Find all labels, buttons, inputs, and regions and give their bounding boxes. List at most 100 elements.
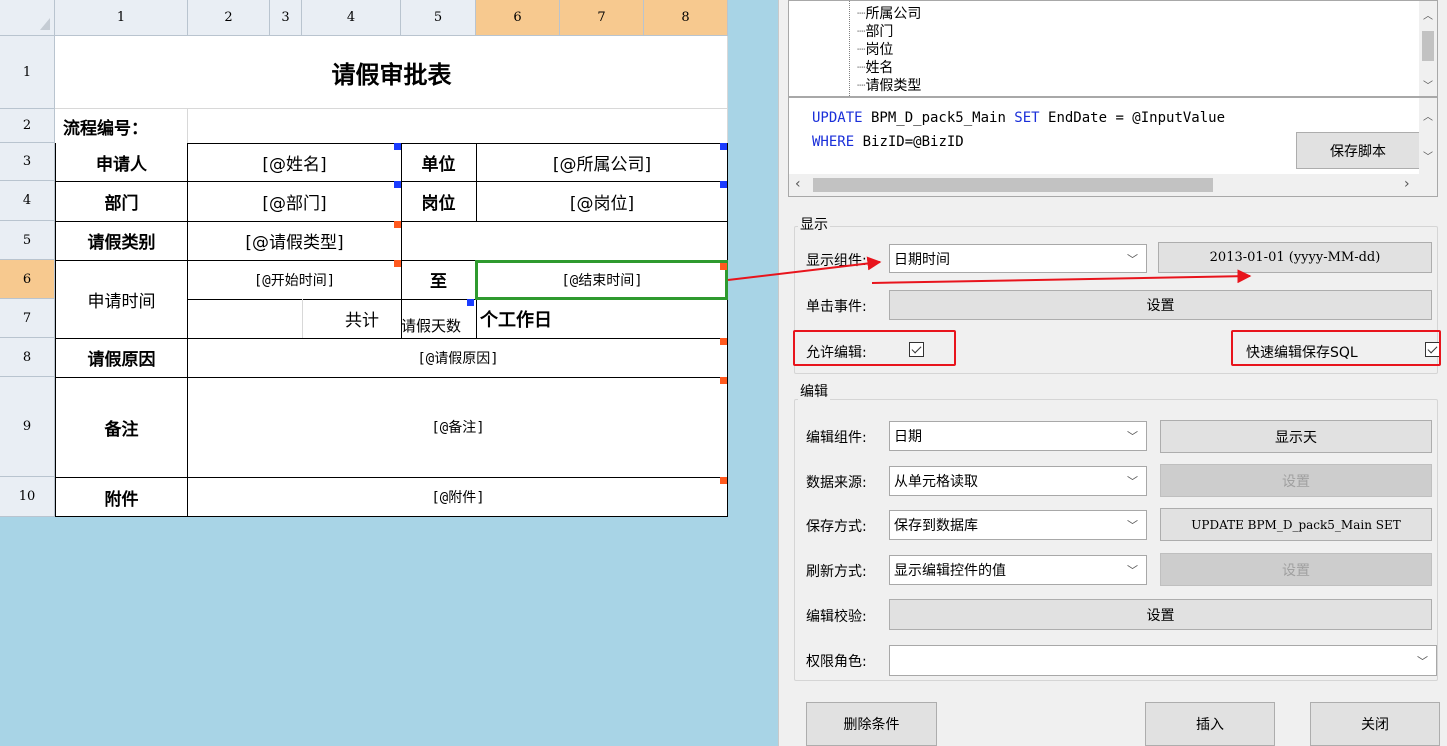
reason-field[interactable]: [@请假原因] [188, 338, 728, 377]
row-header-5[interactable]: 5 [0, 221, 55, 260]
data-source-select[interactable]: 从单元格读取 ﹀ [889, 466, 1147, 496]
column-header-3[interactable]: 3 [270, 0, 302, 36]
sql-vertical-scrollbar[interactable]: ︿ ﹀ [1419, 98, 1437, 174]
post-field[interactable]: [@岗位] [476, 181, 728, 221]
refresh-mode-value: 显示编辑控件的值 [894, 563, 1006, 579]
sql-keyword: SET [1014, 110, 1040, 126]
row-header-3[interactable]: 3 [0, 143, 55, 181]
date-format-button[interactable]: 2013-01-01 (yyyy-MM-dd) [1158, 242, 1432, 273]
refresh-settings-button[interactable]: 设置 [1160, 553, 1432, 586]
sql-line-2[interactable]: WHERE BizID=@BizID [812, 134, 964, 150]
save-sql-button[interactable]: UPDATE BPM_D_pack5_Main SET [1160, 508, 1432, 541]
tree-item[interactable]: ┈姓名 [857, 61, 893, 76]
to-label[interactable]: 至 [401, 260, 476, 299]
refresh-mode-select[interactable]: 显示编辑控件的值 ﹀ [889, 555, 1147, 585]
cell-marker [720, 263, 727, 270]
select-all-corner[interactable] [0, 0, 55, 36]
sql-editor[interactable]: UPDATE BPM_D_pack5_Main SET EndDate = @I… [788, 97, 1438, 197]
tree-item[interactable]: ┈岗位 [857, 43, 893, 58]
remark-label[interactable]: 备注 [55, 377, 188, 477]
close-button[interactable]: 关闭 [1310, 702, 1440, 746]
applicant-label[interactable]: 申请人 [55, 143, 188, 181]
leave-type-label[interactable]: 请假类别 [55, 221, 188, 260]
edit-component-select[interactable]: 日期 ﹀ [889, 421, 1147, 451]
flow-number-label[interactable]: 流程编号： [55, 109, 188, 143]
tree-item[interactable]: ┈所属公司 [857, 7, 921, 22]
table-border [55, 338, 728, 339]
tree-connector [849, 1, 850, 96]
delete-condition-button[interactable]: 删除条件 [806, 702, 937, 746]
tree-item-label: 所属公司 [865, 6, 922, 22]
row-header-9[interactable]: 9 [0, 377, 55, 477]
empty-cell[interactable] [401, 221, 728, 260]
column-header-7[interactable]: 7 [560, 0, 644, 36]
row-header-7[interactable]: 7 [0, 299, 55, 338]
chevron-right-icon[interactable]: › [1404, 176, 1410, 192]
insert-button[interactable]: 插入 [1145, 702, 1275, 746]
reason-label[interactable]: 请假原因 [55, 338, 188, 377]
workdays-label[interactable]: 个工作日 [480, 299, 728, 338]
permission-role-select[interactable]: ﹀ [889, 645, 1437, 676]
row-header-8[interactable]: 8 [0, 338, 55, 377]
click-event-button[interactable]: 设置 [889, 290, 1432, 320]
chevron-up-icon[interactable]: ︿ [1423, 108, 1433, 123]
chevron-down-icon[interactable]: ﹀ [1423, 148, 1433, 163]
show-day-button[interactable]: 显示天 [1160, 420, 1432, 453]
edit-validate-button[interactable]: 设置 [889, 599, 1432, 630]
field-tree[interactable]: ┈所属公司 ┈部门 ┈岗位 ┈姓名 ┈请假类型 ︿ ﹀ [788, 0, 1438, 97]
edit-validate-label: 编辑校验: [806, 609, 867, 625]
attachment-label[interactable]: 附件 [55, 477, 188, 517]
display-component-label: 显示组件: [806, 253, 867, 269]
leave-days-field[interactable]: 请假天数 [401, 299, 476, 338]
start-time-field[interactable]: [@开始时间] [188, 260, 401, 299]
row-header-2[interactable]: 2 [0, 109, 55, 143]
form-title[interactable]: 请假审批表 [55, 36, 728, 109]
column-header-6[interactable]: 6 [476, 0, 560, 36]
apply-time-label[interactable]: 申请时间 [55, 260, 188, 338]
chevron-left-icon[interactable]: ‹ [795, 176, 801, 192]
tree-item[interactable]: ┈请假类型 [857, 79, 921, 94]
leave-type-field[interactable]: [@请假类型] [188, 221, 401, 260]
column-header-8[interactable]: 8 [644, 0, 728, 36]
table-border [55, 377, 728, 378]
tree-scrollbar[interactable]: ︿ ﹀ [1419, 1, 1437, 96]
unit-field[interactable]: [@所属公司] [476, 143, 728, 181]
save-script-button[interactable]: 保存脚本 [1296, 132, 1420, 169]
row-header-10[interactable]: 10 [0, 477, 55, 517]
scrollbar-thumb[interactable] [1422, 31, 1434, 61]
scrollbar-thumb[interactable] [813, 178, 1213, 192]
total-label[interactable]: 共计 [302, 299, 401, 338]
sql-text: EndDate = @InputValue [1039, 110, 1226, 126]
data-source-settings-button[interactable]: 设置 [1160, 464, 1432, 497]
row-header-6[interactable]: 6 [0, 260, 55, 299]
column-header-2[interactable]: 2 [188, 0, 270, 36]
remark-field[interactable]: [@备注] [188, 377, 728, 477]
table-border [727, 143, 728, 517]
cell-marker [394, 143, 401, 150]
empty-cell[interactable] [188, 299, 302, 338]
tree-item[interactable]: ┈部门 [857, 25, 893, 40]
sql-horizontal-scrollbar[interactable]: ‹ › [789, 174, 1437, 196]
column-header-1[interactable]: 1 [55, 0, 188, 36]
unit-label[interactable]: 单位 [401, 143, 476, 181]
display-group-title: 显示 [798, 214, 830, 234]
cell-marker [394, 221, 401, 228]
display-component-select[interactable]: 日期时间 ﹀ [889, 244, 1147, 273]
row-header-4[interactable]: 4 [0, 181, 55, 221]
department-label[interactable]: 部门 [55, 181, 188, 221]
department-field[interactable]: [@部门] [188, 181, 401, 221]
post-label[interactable]: 岗位 [401, 181, 476, 221]
attachment-field[interactable]: [@附件] [188, 477, 728, 517]
column-header-5[interactable]: 5 [401, 0, 476, 36]
chevron-up-icon[interactable]: ︿ [1423, 7, 1433, 22]
spreadsheet-grid[interactable]: 1 2 3 4 5 6 7 8 1 2 3 4 5 6 7 8 9 10 请假审… [0, 0, 728, 517]
column-header-4[interactable]: 4 [302, 0, 401, 36]
sql-line-1[interactable]: UPDATE BPM_D_pack5_Main SET EndDate = @I… [812, 110, 1225, 126]
row-header-1[interactable]: 1 [0, 36, 55, 109]
save-mode-select[interactable]: 保存到数据库 ﹀ [889, 510, 1147, 540]
table-border [401, 143, 402, 221]
chevron-down-icon: ﹀ [1417, 654, 1428, 668]
applicant-field[interactable]: [@姓名] [188, 143, 401, 181]
chevron-down-icon[interactable]: ﹀ [1423, 77, 1433, 92]
click-event-label: 单击事件: [806, 299, 867, 315]
